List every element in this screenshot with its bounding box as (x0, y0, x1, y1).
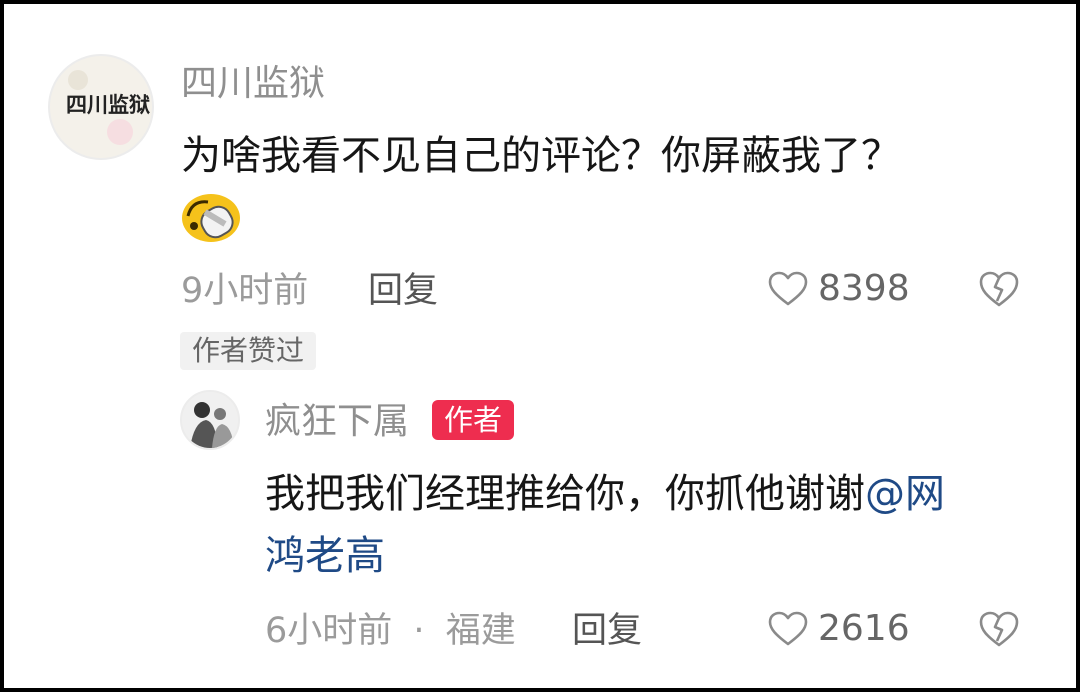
reply-text-line2: 鸿老高 (265, 530, 385, 582)
reply-text: 我把我们经理推给你，你抓他谢谢@网 (265, 468, 945, 520)
comment-like-count: 8398 (818, 268, 910, 309)
mention-link-continued[interactable]: 鸿老高 (265, 533, 385, 579)
reply-like-button[interactable]: 2616 (768, 608, 910, 650)
reply-reply-button[interactable]: 回复 (572, 610, 642, 652)
svg-text:四川监狱: 四川监狱 (66, 92, 150, 117)
reply-timestamp: 6小时前 (265, 611, 393, 651)
avatar-image: 四川监狱 (50, 56, 152, 158)
reply-avatar[interactable] (180, 390, 240, 450)
reply-like-count: 2616 (818, 608, 910, 649)
broken-heart-icon (979, 271, 1019, 307)
meta-separator: · (413, 611, 425, 651)
reply-location: 福建 (445, 611, 516, 651)
comment-text: 为啥我看不见自己的评论？你屏蔽我了？ (181, 133, 901, 179)
comment-reply-button[interactable]: 回复 (368, 270, 438, 312)
reply-meta: 6小时前 · 福建 (265, 610, 516, 652)
comment-like-button[interactable]: 8398 (768, 268, 910, 310)
author-badge: 作者 (432, 400, 515, 440)
author-liked-tag: 作者赞过 (180, 332, 317, 370)
mention-link[interactable]: @网 (865, 471, 945, 517)
heart-icon (768, 611, 808, 646)
comment-thread: 四川监狱 四川监狱 为啥我看不见自己的评论？你屏蔽我了？ 9小时前 回复 839… (4, 4, 1076, 688)
reply-dislike-button[interactable] (978, 610, 1020, 652)
comment-dislike-button[interactable] (978, 270, 1020, 312)
comment-timestamp: 9小时前 (181, 271, 309, 311)
reply-text-main: 我把我们经理推给你，你抓他谢谢 (265, 471, 865, 517)
heart-icon (768, 271, 808, 306)
broken-heart-icon (979, 611, 1019, 647)
slipper-emoji-icon (180, 190, 242, 244)
commenter-username[interactable]: 四川监狱 (181, 62, 325, 106)
reply-username[interactable]: 疯狂下属 (265, 400, 409, 444)
avatar-image (182, 392, 238, 448)
commenter-avatar[interactable]: 四川监狱 (48, 54, 154, 160)
